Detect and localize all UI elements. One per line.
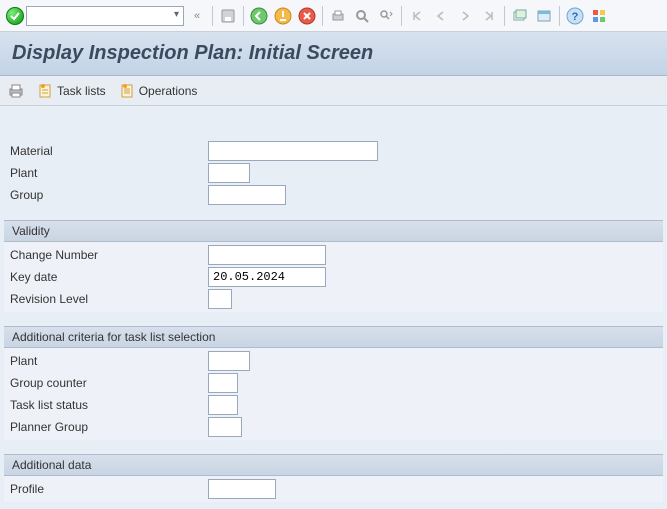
operations-label: Operations <box>139 84 198 98</box>
printer-icon <box>8 83 24 99</box>
group-input[interactable] <box>208 185 286 205</box>
material-row: Material <box>4 140 663 162</box>
profile-row: Profile <box>4 478 663 500</box>
validity-header: Validity <box>4 220 663 242</box>
help-icon[interactable]: ? <box>564 5 586 27</box>
revision-level-label: Revision Level <box>10 292 208 306</box>
task-lists-icon <box>38 83 54 99</box>
criteria-plant-row: Plant <box>4 350 663 372</box>
command-field[interactable] <box>26 6 184 26</box>
key-date-row: Key date <box>4 266 663 288</box>
svg-text:?: ? <box>572 11 579 23</box>
group-counter-input[interactable] <box>208 373 238 393</box>
additional-data-group: Additional data Profile <box>4 454 663 502</box>
group-row: Group <box>4 184 663 206</box>
revision-level-input[interactable] <box>208 289 232 309</box>
validity-group: Validity Change Number Key date Revision… <box>4 220 663 312</box>
first-page-icon[interactable] <box>406 5 428 27</box>
enter-button[interactable] <box>6 7 24 25</box>
group-counter-row: Group counter <box>4 372 663 394</box>
plant-input[interactable] <box>208 163 250 183</box>
operations-icon <box>120 83 136 99</box>
next-page-icon[interactable] <box>454 5 476 27</box>
prev-page-icon[interactable] <box>430 5 452 27</box>
content-area: Material Plant Group Validity Change Num… <box>0 106 667 506</box>
group-label: Group <box>10 188 208 202</box>
additional-data-header: Additional data <box>4 454 663 476</box>
profile-label: Profile <box>10 482 208 496</box>
additional-criteria-header: Additional criteria for task list select… <box>4 326 663 348</box>
planner-group-row: Planner Group <box>4 416 663 438</box>
criteria-plant-input[interactable] <box>208 351 250 371</box>
exit-icon[interactable] <box>272 5 294 27</box>
find-icon[interactable] <box>351 5 373 27</box>
page-title: Display Inspection Plan: Initial Screen <box>0 32 667 76</box>
back-icon[interactable] <box>248 5 270 27</box>
material-input[interactable] <box>208 141 378 161</box>
task-list-status-label: Task list status <box>10 398 208 412</box>
profile-input[interactable] <box>208 479 276 499</box>
key-date-label: Key date <box>10 270 208 284</box>
material-label: Material <box>10 144 208 158</box>
find-next-icon[interactable] <box>375 5 397 27</box>
task-lists-label: Task lists <box>57 84 106 98</box>
layout-icon[interactable] <box>588 5 610 27</box>
key-date-input[interactable] <box>208 267 326 287</box>
print-icon[interactable] <box>327 5 349 27</box>
revision-level-row: Revision Level <box>4 288 663 310</box>
change-number-input[interactable] <box>208 245 326 265</box>
collapse-button[interactable]: « <box>186 5 208 27</box>
shortcut-icon[interactable] <box>533 5 555 27</box>
task-lists-button[interactable]: Task lists <box>38 83 106 99</box>
last-page-icon[interactable] <box>478 5 500 27</box>
criteria-plant-label: Plant <box>10 354 208 368</box>
additional-criteria-group: Additional criteria for task list select… <box>4 326 663 440</box>
operations-button[interactable]: Operations <box>120 83 198 99</box>
change-number-label: Change Number <box>10 248 208 262</box>
new-session-icon[interactable] <box>509 5 531 27</box>
application-toolbar: Task lists Operations <box>0 76 667 106</box>
change-number-row: Change Number <box>4 244 663 266</box>
system-toolbar: « ? <box>0 0 667 32</box>
cancel-icon[interactable] <box>296 5 318 27</box>
group-counter-label: Group counter <box>10 376 208 390</box>
save-icon[interactable] <box>217 5 239 27</box>
task-list-status-input[interactable] <box>208 395 238 415</box>
task-list-status-row: Task list status <box>4 394 663 416</box>
print-button[interactable] <box>8 83 24 99</box>
planner-group-input[interactable] <box>208 417 242 437</box>
plant-label: Plant <box>10 166 208 180</box>
plant-row: Plant <box>4 162 663 184</box>
planner-group-label: Planner Group <box>10 420 208 434</box>
